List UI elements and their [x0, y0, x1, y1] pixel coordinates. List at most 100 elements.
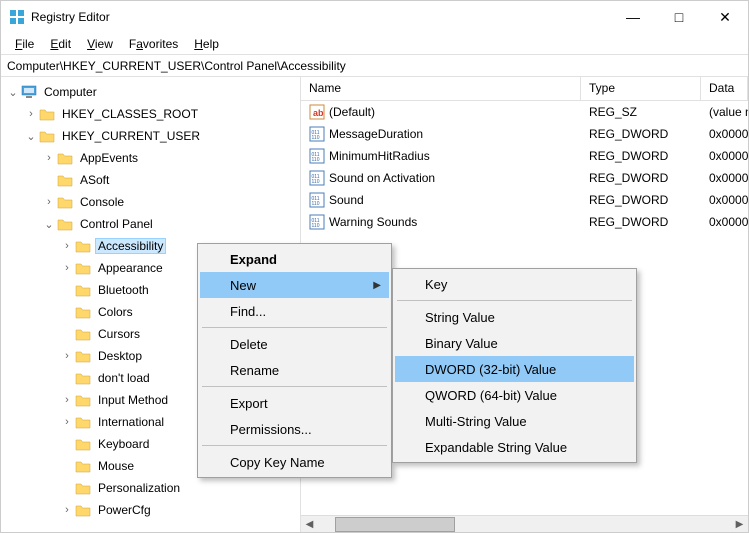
scroll-thumb[interactable] — [335, 517, 455, 532]
maximize-button[interactable]: □ — [656, 1, 702, 33]
tree-label: Control Panel — [77, 216, 156, 232]
ctx-copykeyname[interactable]: Copy Key Name — [200, 449, 389, 475]
chevron-right-icon[interactable]: › — [59, 260, 75, 276]
ctx-new-binary[interactable]: Binary Value — [395, 330, 634, 356]
ctx-new-key[interactable]: Key — [395, 271, 634, 297]
tree-label: Mouse — [95, 458, 137, 474]
computer-icon — [21, 84, 37, 100]
tree-label: HKEY_CURRENT_USER — [59, 128, 203, 144]
folder-icon — [75, 392, 91, 408]
ctx-new-dword[interactable]: DWORD (32-bit) Value — [395, 356, 634, 382]
tree-label: Desktop — [95, 348, 145, 364]
tree-personalization[interactable]: Personalization — [1, 477, 300, 499]
value-type: REG_DWORD — [581, 125, 701, 143]
list-row[interactable]: MinimumHitRadiusREG_DWORD0x00000000 (0) — [301, 145, 748, 167]
chevron-none — [59, 282, 75, 298]
ctx-new-string[interactable]: String Value — [395, 304, 634, 330]
chevron-right-icon[interactable]: › — [59, 414, 75, 430]
menu-help[interactable]: Help — [186, 35, 227, 53]
folder-icon — [75, 348, 91, 364]
tree-label: Input Method — [95, 392, 171, 408]
list-row[interactable]: SoundREG_DWORD0x00000000 (0) — [301, 189, 748, 211]
ctx-permissions[interactable]: Permissions... — [200, 416, 389, 442]
list-row[interactable]: Sound on ActivationREG_DWORD0x00000000 (… — [301, 167, 748, 189]
chevron-right-icon[interactable]: › — [59, 392, 75, 408]
tree-asoft[interactable]: ASoft — [1, 169, 300, 191]
tree-label: Console — [77, 194, 127, 210]
chevron-none — [59, 480, 75, 496]
chevron-none — [59, 304, 75, 320]
folder-icon — [75, 480, 91, 496]
ctx-separator — [397, 300, 632, 301]
folder-icon — [75, 326, 91, 342]
menu-view[interactable]: View — [79, 35, 121, 53]
list-row[interactable]: (Default)REG_SZ(value not set) — [301, 101, 748, 123]
chevron-none — [59, 326, 75, 342]
scroll-right-icon[interactable]: ▶ — [731, 516, 748, 533]
column-data[interactable]: Data — [701, 77, 748, 100]
chevron-right-icon[interactable]: › — [23, 106, 39, 122]
folder-icon — [57, 194, 73, 210]
folder-icon — [75, 436, 91, 452]
chevron-down-icon[interactable]: ⌄ — [5, 84, 21, 100]
binary-value-icon — [309, 170, 325, 186]
tree-hkcr[interactable]: › HKEY_CLASSES_ROOT — [1, 103, 300, 125]
title-bar: Registry Editor — □ ✕ — [1, 1, 748, 33]
ctx-separator — [202, 445, 387, 446]
chevron-right-icon[interactable]: › — [59, 348, 75, 364]
minimize-button[interactable]: — — [610, 1, 656, 33]
menu-favorites[interactable]: Favorites — [121, 35, 186, 53]
column-name[interactable]: Name — [301, 77, 581, 100]
chevron-right-icon[interactable]: › — [41, 194, 57, 210]
tree-appevents[interactable]: › AppEvents — [1, 147, 300, 169]
scroll-left-icon[interactable]: ◀ — [301, 516, 318, 533]
value-name: MinimumHitRadius — [329, 149, 430, 163]
tree-console[interactable]: › Console — [1, 191, 300, 213]
value-data: 0x00000001 (1) — [701, 213, 748, 231]
ctx-expand[interactable]: Expand — [200, 246, 389, 272]
chevron-none — [41, 172, 57, 188]
ctx-new-expandstring[interactable]: Expandable String Value — [395, 434, 634, 460]
tree-root[interactable]: ⌄ Computer — [1, 81, 300, 103]
list-row[interactable]: MessageDurationREG_DWORD0x00000005 (5) — [301, 123, 748, 145]
tree-label: Cursors — [95, 326, 143, 342]
ctx-new-qword[interactable]: QWORD (64-bit) Value — [395, 382, 634, 408]
chevron-right-icon[interactable]: › — [59, 238, 75, 254]
menu-edit[interactable]: Edit — [42, 35, 79, 53]
folder-icon — [57, 216, 73, 232]
horizontal-scrollbar[interactable]: ◀ ▶ — [301, 515, 748, 532]
close-button[interactable]: ✕ — [702, 1, 748, 33]
chevron-none — [59, 458, 75, 474]
string-value-icon — [309, 104, 325, 120]
folder-icon — [75, 238, 91, 254]
ctx-rename[interactable]: Rename — [200, 357, 389, 383]
ctx-find[interactable]: Find... — [200, 298, 389, 324]
value-data: 0x00000000 (0) — [701, 147, 748, 165]
value-name: MessageDuration — [329, 127, 423, 141]
tree-label: Computer — [41, 84, 100, 100]
tree-controlpanel[interactable]: ⌄ Control Panel — [1, 213, 300, 235]
tree-powercfg[interactable]: › PowerCfg — [1, 499, 300, 521]
value-data: (value not set) — [701, 103, 748, 121]
chevron-right-icon[interactable]: › — [59, 502, 75, 518]
address-path: Computer\HKEY_CURRENT_USER\Control Panel… — [7, 59, 346, 73]
tree-hkcu[interactable]: ⌄ HKEY_CURRENT_USER — [1, 125, 300, 147]
binary-value-icon — [309, 214, 325, 230]
chevron-down-icon[interactable]: ⌄ — [41, 216, 57, 232]
tree-label: International — [95, 414, 167, 430]
chevron-right-icon[interactable]: › — [41, 150, 57, 166]
ctx-export[interactable]: Export — [200, 390, 389, 416]
value-type: REG_SZ — [581, 103, 701, 121]
ctx-new[interactable]: New ▶ — [200, 272, 389, 298]
menu-file[interactable]: File — [7, 35, 42, 53]
chevron-none — [59, 370, 75, 386]
ctx-separator — [202, 386, 387, 387]
list-row[interactable]: Warning SoundsREG_DWORD0x00000001 (1) — [301, 211, 748, 233]
ctx-new-multistring[interactable]: Multi-String Value — [395, 408, 634, 434]
chevron-down-icon[interactable]: ⌄ — [23, 128, 39, 144]
ctx-separator — [202, 327, 387, 328]
ctx-delete[interactable]: Delete — [200, 331, 389, 357]
column-type[interactable]: Type — [581, 77, 701, 100]
tree-label: Bluetooth — [95, 282, 152, 298]
address-bar[interactable]: Computer\HKEY_CURRENT_USER\Control Panel… — [1, 55, 748, 77]
